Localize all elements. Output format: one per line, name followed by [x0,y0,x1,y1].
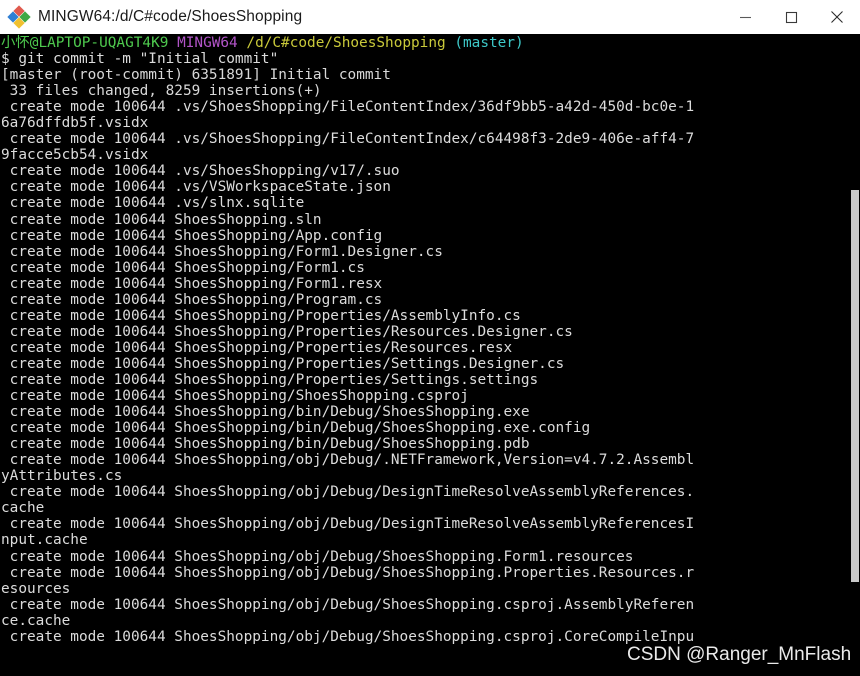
terminal-output-line: create mode 100644 .vs/ShoesShopping/v17… [1,163,400,180]
terminal-output-line: create mode 100644 ShoesShopping/Propert… [1,355,565,372]
terminal-output-line: create mode 100644 ShoesShopping/obj/Deb… [1,596,695,613]
terminal-output-line: create mode 100644 .vs/VSWorkspaceState.… [1,179,391,196]
mingw64-terminal-window: MINGW64:/d/C#code/ShoesShopping 小怀@LAPTO… [0,0,860,676]
vertical-scrollbar-thumb[interactable] [851,190,859,582]
terminal-output-line: create mode 100644 ShoesShopping/ShoesSh… [1,388,469,405]
terminal-output-line: create mode 100644 ShoesShopping/Propert… [1,339,513,356]
terminal-output-line: create mode 100644 .vs/ShoesShopping/Fil… [1,131,695,148]
window-title: MINGW64:/d/C#code/ShoesShopping [38,8,303,25]
terminal-output-line: create mode 100644 ShoesShopping/Propert… [1,323,573,340]
terminal-output-line: create mode 100644 .vs/ShoesShopping/Fil… [1,99,695,116]
terminal-output-line: yAttributes.cs [1,468,123,485]
terminal-output-line: create mode 100644 ShoesShopping/Program… [1,291,383,308]
terminal-buffer: 小怀@LAPTOP-UQAGT4K9 MINGW64 /d/C#code/Sho… [0,34,852,645]
terminal-output-line: create mode 100644 ShoesShopping/obj/Deb… [1,516,695,533]
command-text: git commit -m "Initial commit" [18,51,279,68]
vertical-scrollbar-track[interactable] [851,34,860,676]
prompt-branch: (master) [454,35,524,51]
prompt-user-host: 小怀@LAPTOP-UQAGT4K9 [1,35,169,51]
prompt-line: 小怀@LAPTOP-UQAGT4K9 MINGW64 /d/C#code/Sho… [1,35,852,51]
terminal-canvas[interactable]: 小怀@LAPTOP-UQAGT4K9 MINGW64 /d/C#code/Sho… [0,34,860,676]
window-controls [722,0,860,34]
close-button[interactable] [814,0,860,34]
terminal-output-line: create mode 100644 ShoesShopping/Propert… [1,307,521,324]
mingw-diamond-icon [7,5,31,29]
terminal-output-line: create mode 100644 ShoesShopping.sln [1,211,322,228]
terminal-output-line: create mode 100644 ShoesShopping/obj/Deb… [1,548,634,565]
terminal-output-line: ce.cache [1,612,71,629]
terminal-output-line: create mode 100644 .vs/slnx.sqlite [1,195,305,212]
terminal-output-line: esources [1,580,71,597]
prompt-space-1 [168,35,177,51]
terminal-output-line: 6a76dffdb5f.vsidx [1,115,149,132]
terminal-output-line: create mode 100644 ShoesShopping/obj/Deb… [1,564,695,581]
maximize-button[interactable] [768,0,814,34]
prompt-symbol: $ [1,51,19,68]
command-line: $ git commit -m "Initial commit" [1,51,852,67]
terminal-output-line: create mode 100644 ShoesShopping/bin/Deb… [1,436,530,453]
terminal-output-line: create mode 100644 ShoesShopping/Form1.c… [1,259,365,276]
commit-stats-line: 33 files changed, 8259 insertions(+) [1,83,322,100]
create-mode-line-list: create mode 100644 .vs/ShoesShopping/Fil… [1,99,852,645]
terminal-output-line: create mode 100644 ShoesShopping/Form1.D… [1,243,443,260]
terminal-output-line: create mode 100644 ShoesShopping/bin/Deb… [1,420,591,437]
terminal-output-line: create mode 100644 ShoesShopping/obj/Deb… [1,484,695,501]
terminal-output-line: nput.cache [1,532,88,549]
title-bar[interactable]: MINGW64:/d/C#code/ShoesShopping [0,0,860,34]
terminal-output-line: create mode 100644 ShoesShopping/bin/Deb… [1,404,530,421]
terminal-output-line: cache [1,500,45,517]
terminal-output-line: 9facce5cb54.vsidx [1,147,149,164]
prompt-path: /d/C#code/ShoesShopping [246,35,446,51]
terminal-output-line: create mode 100644 ShoesShopping/obj/Deb… [1,628,695,645]
prompt-shell: MINGW64 [177,35,238,51]
commit-summary-line: [master (root-commit) 6351891] Initial c… [1,67,391,84]
minimize-button[interactable] [722,0,768,34]
terminal-output-line: create mode 100644 ShoesShopping/Propert… [1,371,539,388]
title-bar-left: MINGW64:/d/C#code/ShoesShopping [0,5,722,29]
terminal-output-line: create mode 100644 ShoesShopping/obj/Deb… [1,452,695,469]
terminal-output-line: create mode 100644 ShoesShopping/Form1.r… [1,275,383,292]
terminal-output-line: create mode 100644 ShoesShopping/App.con… [1,227,383,244]
